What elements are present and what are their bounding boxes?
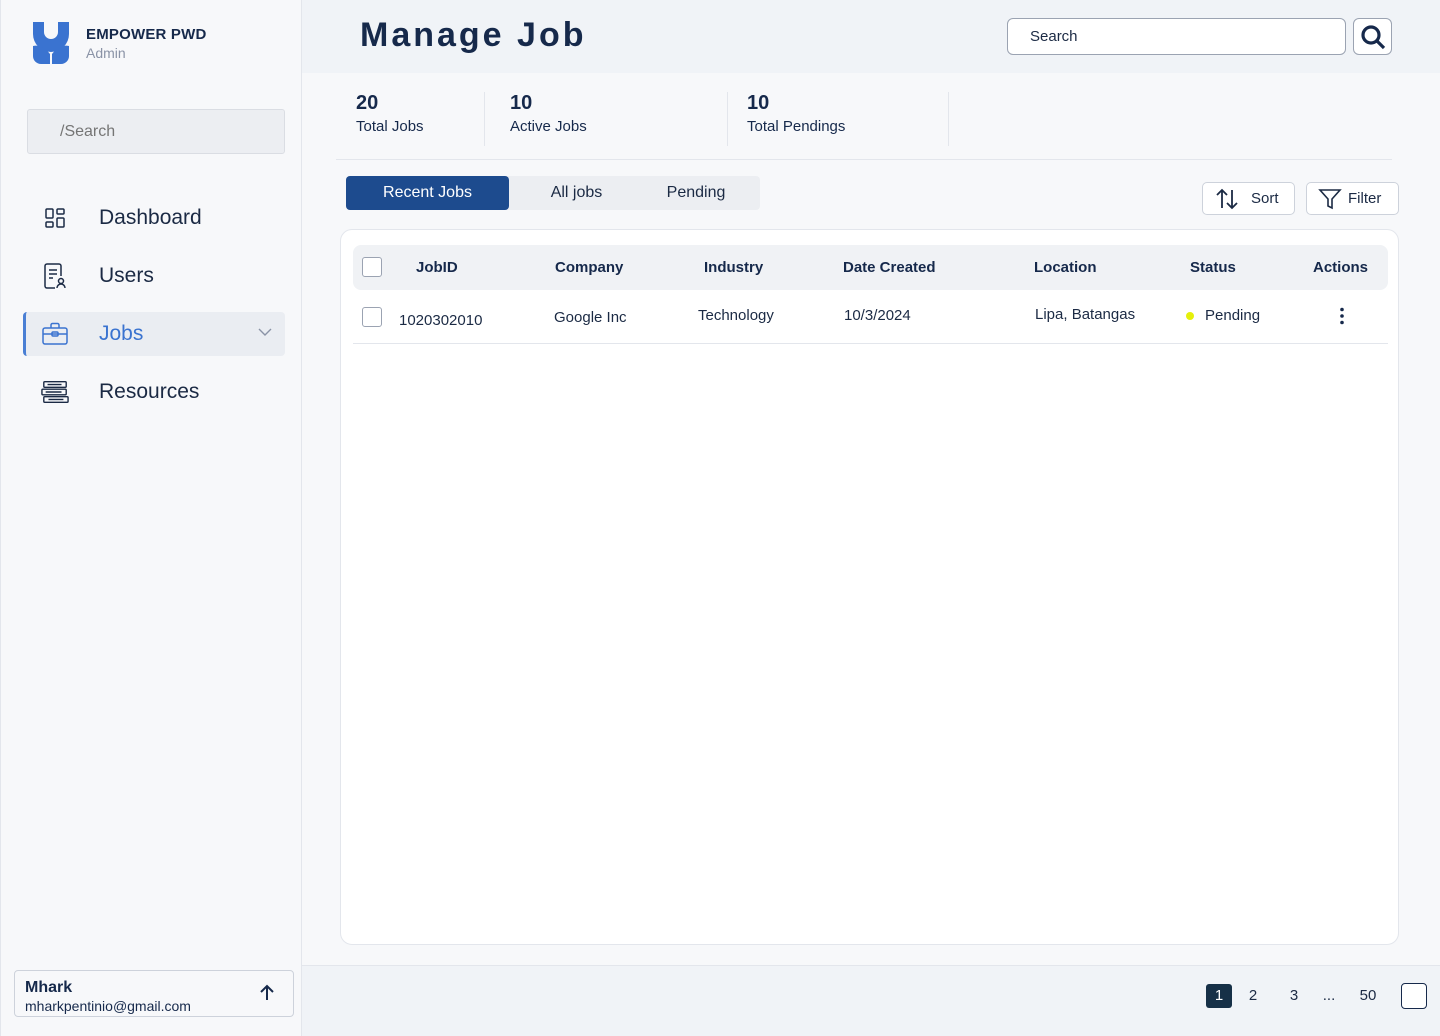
stat-total-jobs: 20 Total Jobs xyxy=(356,92,485,146)
column-header-company[interactable]: Company xyxy=(555,259,623,276)
brand-name: EMPOWER PWD xyxy=(86,25,207,43)
sort-button[interactable]: Sort xyxy=(1202,182,1295,215)
next-page-button[interactable] xyxy=(1401,983,1427,1009)
page-button-2[interactable]: 2 xyxy=(1243,984,1263,1008)
stat-label: Active Jobs xyxy=(510,118,587,135)
sidebar-item-label: Users xyxy=(99,264,154,287)
job-stats: 20 Total Jobs 10 Active Jobs 10 Total Pe… xyxy=(336,92,1392,160)
search-input[interactable] xyxy=(1007,18,1346,55)
cell-date-created: 10/3/2024 xyxy=(844,307,911,324)
jobs-table-card: JobID Company Industry Date Created Loca… xyxy=(340,229,1399,945)
sidebar-item-label: Resources xyxy=(99,380,200,403)
page-button-1[interactable]: 1 xyxy=(1206,984,1232,1008)
status-badge: Pending xyxy=(1205,307,1261,324)
stat-label: Total Jobs xyxy=(356,118,424,135)
sidebar-nav: Dashboard Users Jobs Resources xyxy=(23,196,285,428)
table-header: JobID Company Industry Date Created Loca… xyxy=(353,245,1388,290)
sort-arrows-icon xyxy=(1216,188,1238,209)
search-icon xyxy=(1360,24,1385,49)
sidebar-item-label: Dashboard xyxy=(99,206,202,229)
stat-total-pendings: 10 Total Pendings xyxy=(747,92,949,146)
user-name: Mhark xyxy=(25,979,73,996)
sidebar-item-dashboard[interactable]: Dashboard xyxy=(23,196,285,240)
column-header-industry[interactable]: Industry xyxy=(704,259,763,276)
more-actions-icon[interactable] xyxy=(1339,307,1345,325)
user-email: mharkpentinio@gmail.com xyxy=(25,998,191,1014)
tab-all-jobs[interactable]: All jobs xyxy=(521,176,632,210)
tab-pending[interactable]: Pending xyxy=(642,176,750,210)
user-document-icon xyxy=(41,262,69,290)
stat-label: Total Pendings xyxy=(747,118,846,135)
pagination-bar: 1 2 3 ... 50 xyxy=(302,965,1440,1036)
column-header-actions: Actions xyxy=(1313,259,1369,276)
column-header-status[interactable]: Status xyxy=(1190,259,1236,276)
briefcase-icon xyxy=(41,320,69,348)
stat-value: 10 xyxy=(510,92,533,114)
arrow-up-icon[interactable] xyxy=(257,983,277,1003)
sidebar-item-label: Jobs xyxy=(99,322,144,345)
row-checkbox[interactable] xyxy=(362,307,382,327)
status-dot xyxy=(1186,312,1194,320)
select-all-checkbox[interactable] xyxy=(362,257,382,277)
stat-active-jobs: 10 Active Jobs xyxy=(510,92,728,146)
cell-company: Google Inc xyxy=(554,309,627,326)
cell-job-id: 1020302010 xyxy=(399,312,483,329)
column-header-location[interactable]: Location xyxy=(1034,259,1097,276)
stat-value: 10 xyxy=(747,92,770,114)
filter-funnel-icon xyxy=(1318,188,1342,209)
stat-value: 20 xyxy=(356,92,379,114)
empower-logo-icon xyxy=(33,22,69,64)
page-button-50[interactable]: 50 xyxy=(1354,984,1382,1008)
filter-label: Filter xyxy=(1348,190,1382,207)
sidebar-search-input[interactable] xyxy=(27,109,285,154)
user-profile-card[interactable]: Mhark mharkpentinio@gmail.com xyxy=(14,970,294,1017)
sidebar-item-resources[interactable]: Resources xyxy=(23,370,285,414)
page-title: Manage Job xyxy=(360,16,587,54)
filter-button[interactable]: Filter xyxy=(1306,182,1399,215)
sidebar-item-users[interactable]: Users xyxy=(23,254,285,298)
cell-industry: Technology xyxy=(698,307,774,324)
brand[interactable]: EMPOWER PWD Admin xyxy=(31,20,207,66)
cell-location: Lipa, Batangas xyxy=(1035,306,1136,323)
job-tabs: Recent Jobs All jobs Pending xyxy=(346,176,760,210)
column-header-date-created[interactable]: Date Created xyxy=(843,259,936,276)
dashboard-grid-icon xyxy=(41,204,69,232)
tab-recent-jobs[interactable]: Recent Jobs xyxy=(346,176,509,210)
sidebar-item-jobs[interactable]: Jobs xyxy=(23,312,285,356)
header: Manage Job xyxy=(302,0,1440,73)
brand-role: Admin xyxy=(86,44,126,61)
sidebar: EMPOWER PWD Admin Dashboard User xyxy=(0,0,302,1036)
column-header-jobid[interactable]: JobID xyxy=(416,259,458,276)
books-stack-icon xyxy=(41,378,69,406)
table-row[interactable]: 1020302010 Google Inc Technology 10/3/20… xyxy=(353,290,1388,344)
search-button[interactable] xyxy=(1353,18,1392,55)
page-button-3[interactable]: 3 xyxy=(1284,984,1304,1008)
pagination-ellipsis: ... xyxy=(1322,987,1336,1004)
chevron-down-icon[interactable] xyxy=(257,324,273,340)
sort-label: Sort xyxy=(1251,190,1279,207)
